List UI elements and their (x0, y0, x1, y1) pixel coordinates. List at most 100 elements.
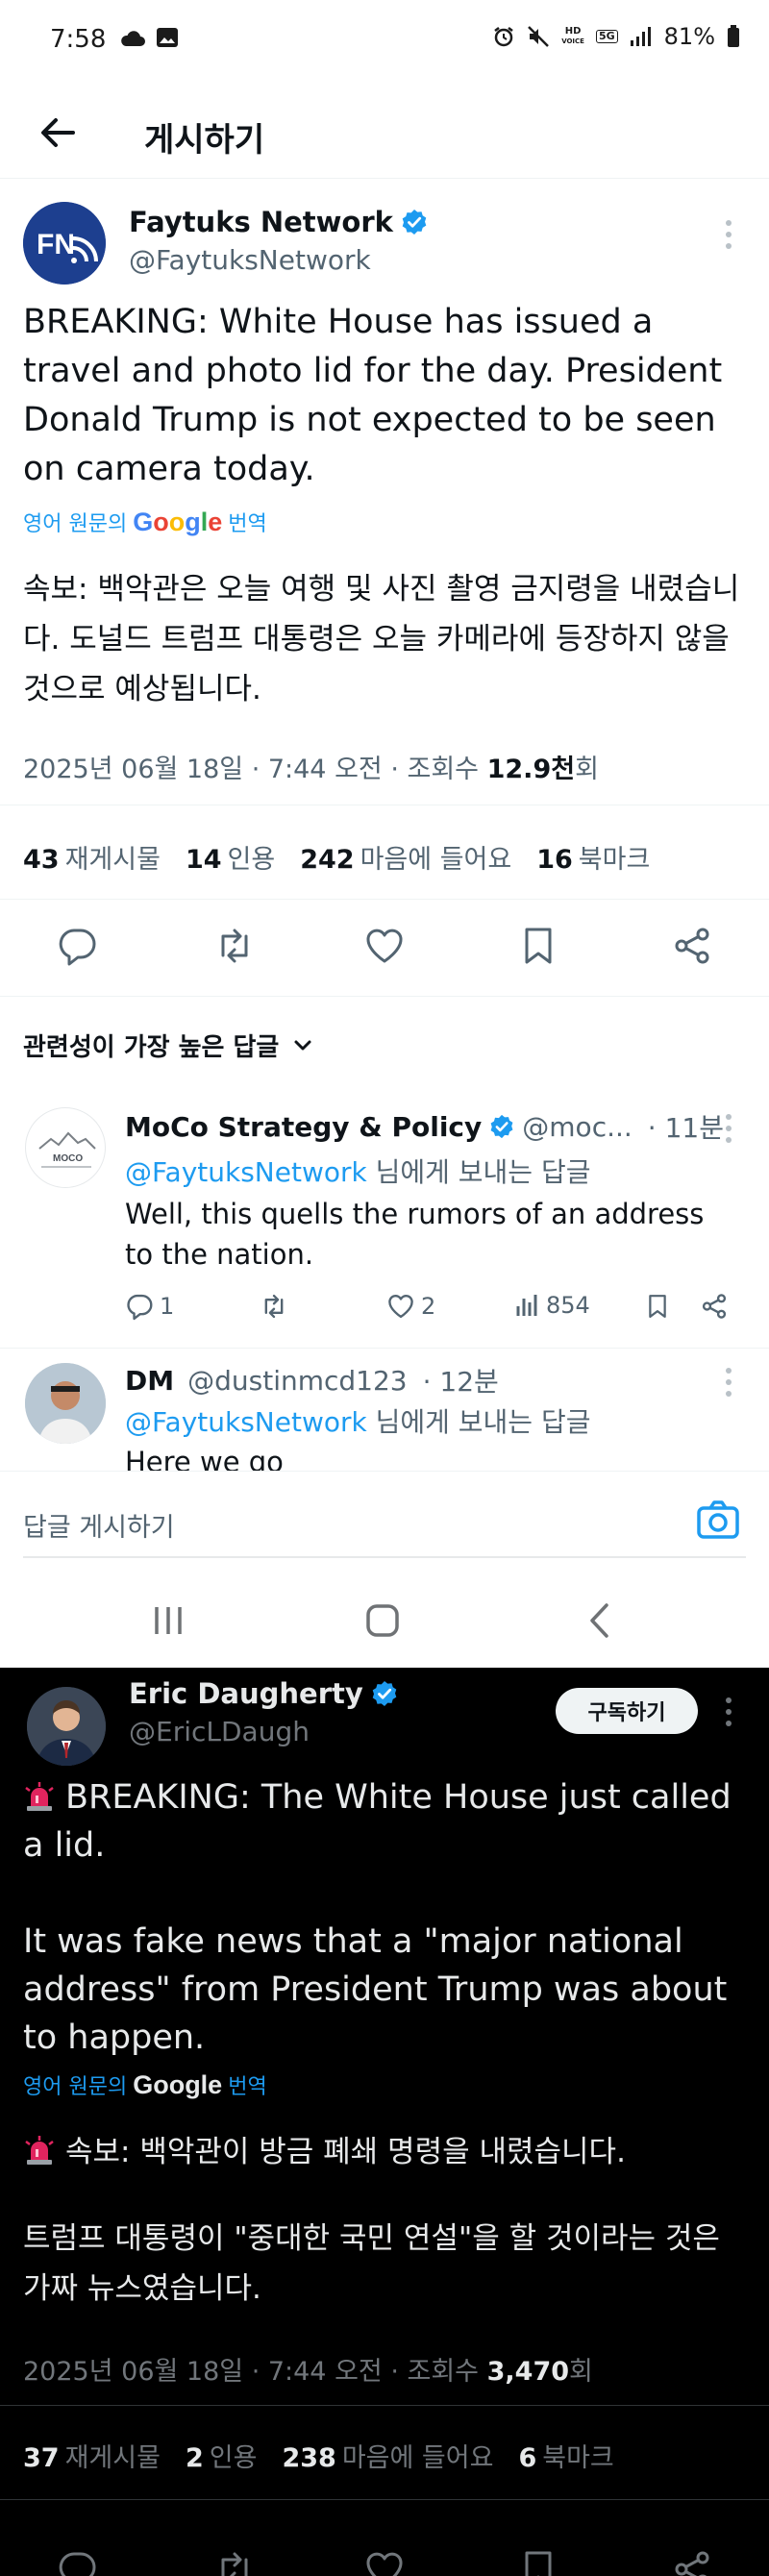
home-icon[interactable] (363, 1599, 402, 1642)
avatar[interactable] (27, 1687, 106, 1766)
repost-icon (264, 1294, 284, 1319)
post-meta: 2025년 06월 18일 · 7:44 오전 · 조회수 12.9천회 (23, 755, 599, 784)
signal-icon (630, 27, 651, 46)
hd-voice-badge: HD VOICE (561, 26, 584, 46)
reposts-stat[interactable]: 43 재게시물 (23, 838, 161, 876)
share-button[interactable] (700, 1292, 729, 1321)
svg-text:FN: FN (37, 229, 75, 260)
divider (0, 2499, 769, 2500)
bookmarks-stat[interactable]: 16 북마크 (536, 838, 650, 876)
recent-apps-icon[interactable] (149, 1599, 187, 1642)
verified-badge-icon (372, 1681, 397, 1706)
subscribe-button[interactable]: 구독하기 (556, 1688, 698, 1734)
avatar[interactable]: FN (23, 202, 106, 285)
post-text-line2: It was fake news that a "major national … (23, 1922, 728, 2057)
author-handle[interactable]: @FaytuksNetwork (129, 244, 371, 276)
post-text-line1: BREAKING: The White House just called a … (23, 1778, 732, 1865)
like-heart-icon[interactable] (363, 2548, 406, 2576)
share-icon[interactable] (671, 925, 713, 967)
share-icon[interactable] (671, 2548, 713, 2576)
bookmark-button[interactable] (644, 1292, 671, 1321)
like-heart-icon (388, 1295, 413, 1319)
back-arrow-icon[interactable] (35, 110, 81, 156)
reply-action-bar: 1 2 854 (125, 1292, 750, 1330)
battery-icon (728, 25, 739, 47)
bookmarks-stat[interactable]: 6 북마크 (518, 2437, 613, 2474)
siren-icon (25, 1782, 54, 1811)
translate-link[interactable]: 영어 원문의 Google 번역 (23, 507, 267, 537)
chevron-down-icon (294, 1040, 311, 1050)
reply-author-handle[interactable]: @dustinmcd123 (187, 1365, 408, 1397)
translated-text-line2: 트럼프 대통령이 "중대한 국민 연설"을 할 것이라는 것은 가짜 뉴스였습니… (23, 2221, 720, 2306)
reply-header: MoCo Strategy & Policy @moc... · 11분 (125, 1107, 724, 1146)
reply-avatar-moco[interactable]: MOCO (25, 1107, 106, 1188)
page-title: 게시하기 (144, 121, 265, 160)
view-count: 3,470 (486, 2357, 570, 2387)
share-icon (702, 1294, 727, 1319)
view-count[interactable]: 854 (515, 1292, 590, 1319)
reply-count[interactable]: 1 (125, 1292, 174, 1321)
svg-text:MOCO: MOCO (53, 1153, 83, 1164)
camera-icon[interactable] (696, 1499, 740, 1543)
more-options-icon[interactable] (717, 1693, 740, 1731)
analytics-icon (516, 1295, 537, 1316)
quotes-stat[interactable]: 14 인용 (186, 838, 275, 876)
more-options-icon[interactable] (717, 1363, 740, 1401)
reply-time: · 11분 (647, 1112, 724, 1144)
light-screenshot: 7:58 HD VOICE 5G 81% 게시하기 FN Faytuks Net… (0, 0, 769, 1668)
quotes-stat[interactable]: 2 인용 (186, 2437, 257, 2474)
likes-stat[interactable]: 238 마음에 들어요 (282, 2437, 493, 2474)
like-heart-icon[interactable] (363, 925, 406, 967)
cloud-icon (121, 31, 145, 46)
reply-icon[interactable] (56, 2548, 98, 2576)
reply-author-name[interactable]: DM (125, 1365, 174, 1397)
translated-text: 속보: 백악관은 오늘 여행 및 사진 촬영 금지령을 내렸습니다. 도널드 트… (23, 572, 740, 706)
post-meta: 2025년 06월 18일 · 7:44 오전 · 조회수 3,470회 (23, 2357, 593, 2387)
reply-text: Well, this quells the rumors of an addre… (125, 1198, 705, 1271)
replying-to-link[interactable]: @FaytuksNetwork (125, 1406, 367, 1438)
divider (0, 1348, 769, 1349)
reply-author-handle[interactable]: @moc... (522, 1111, 633, 1143)
google-logo: Google (133, 2070, 223, 2099)
view-count: 12.9천 (486, 755, 576, 784)
siren-icon (25, 2136, 54, 2165)
verified-badge-icon (490, 1114, 513, 1139)
author-handle[interactable]: @EricLDaugh (129, 1716, 310, 1747)
repost-icon[interactable] (213, 925, 256, 967)
back-nav-icon[interactable] (581, 1599, 619, 1642)
reply-input[interactable]: 답글 게시하기 (23, 1506, 175, 1544)
repost-icon[interactable] (213, 2548, 256, 2576)
mute-icon (528, 26, 550, 47)
replying-to: @FaytuksNetwork 님에게 보내는 답글 (125, 1156, 591, 1188)
verified-badge-icon (402, 210, 427, 235)
bookmark-icon[interactable] (517, 925, 559, 967)
reply-author-name[interactable]: MoCo Strategy & Policy (125, 1111, 482, 1143)
status-time: 7:58 (50, 25, 107, 54)
author-name[interactable]: Faytuks Network (129, 206, 428, 238)
translate-link[interactable]: 영어 원문의 Google 번역 (23, 2069, 267, 2100)
reply-sort-dropdown[interactable]: 관련성이 가장 높은 답글 (23, 1028, 313, 1063)
reply-icon[interactable] (56, 925, 98, 967)
post-action-bar (0, 919, 769, 977)
faytuks-logo-icon: FN (23, 202, 106, 285)
dark-screenshot: Eric Daugherty @EricLDaugh 구독하기 BREAKING… (0, 1668, 769, 2576)
translated-text-line1: 속보: 백악관이 방금 폐쇄 명령을 내렸습니다. (23, 2127, 754, 2177)
more-options-icon[interactable] (717, 1109, 740, 1148)
reply-time: · 12분 (422, 1366, 499, 1398)
author-name[interactable]: Eric Daugherty (129, 1677, 398, 1710)
post-action-bar (0, 2542, 769, 2576)
reply-avatar-dm[interactable] (25, 1363, 106, 1444)
replying-to-link[interactable]: @FaytuksNetwork (125, 1156, 367, 1188)
bookmark-icon[interactable] (517, 2548, 559, 2576)
status-bar: 7:58 HD VOICE 5G 81% (0, 0, 769, 81)
like-count[interactable]: 2 (386, 1292, 435, 1321)
reposts-stat[interactable]: 37 재게시물 (23, 2437, 161, 2474)
repost-count[interactable] (260, 1292, 288, 1321)
likes-stat[interactable]: 242 마음에 들어요 (300, 838, 511, 876)
fiveg-badge: 5G (595, 30, 618, 43)
divider (0, 2405, 769, 2406)
input-underline (23, 1556, 746, 1558)
more-options-icon[interactable] (717, 215, 740, 254)
compose-reply-bar: 답글 게시하기 (0, 1471, 769, 1576)
person-photo-icon (25, 1363, 106, 1444)
